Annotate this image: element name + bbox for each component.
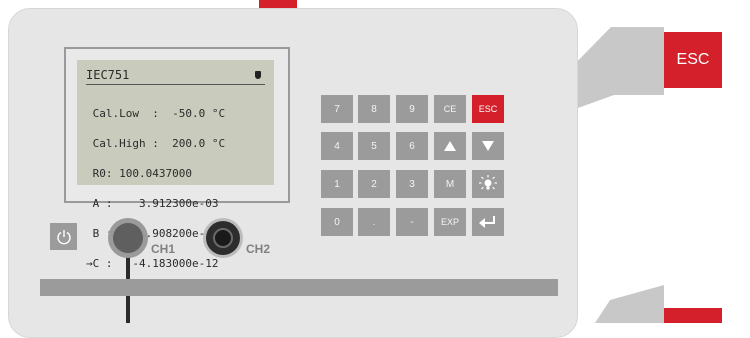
esc-callout: ESC	[664, 32, 722, 88]
bottom-bar	[40, 279, 558, 296]
key-7[interactable]: 7	[321, 95, 353, 123]
key-enter[interactable]	[472, 208, 504, 236]
bottom-callout	[664, 308, 722, 323]
key-8[interactable]: 8	[358, 95, 390, 123]
lcd-line-c: →C : -4.183000e-12	[86, 257, 219, 270]
key-1[interactable]: 1	[321, 170, 353, 198]
lcd-title: IEC751	[86, 68, 265, 85]
ch2-connector-socket	[213, 228, 233, 248]
key-m[interactable]: M	[434, 170, 466, 198]
key-9[interactable]: 9	[396, 95, 428, 123]
lcd-marker-icon	[255, 71, 261, 79]
key-up[interactable]	[434, 132, 466, 160]
enter-icon	[479, 216, 495, 228]
ch1-connector-inner	[113, 223, 143, 253]
key-6[interactable]: 6	[396, 132, 428, 160]
key-down[interactable]	[472, 132, 504, 160]
key-4[interactable]: 4	[321, 132, 353, 160]
key-backlight[interactable]	[472, 170, 504, 198]
key-minus[interactable]: -	[396, 208, 428, 236]
callout-wedge-bottom	[595, 285, 664, 323]
lcd-line-r0: R0: 100.0437000	[86, 167, 192, 180]
key-0[interactable]: 0	[321, 208, 353, 236]
power-button[interactable]	[50, 223, 77, 250]
down-arrow-icon	[482, 141, 494, 151]
ch2-label: CH2	[246, 242, 271, 256]
ch1-label: CH1	[151, 242, 176, 256]
lcd-title-text: IEC751	[86, 68, 130, 82]
key-3[interactable]: 3	[396, 170, 428, 198]
key-dot[interactable]: .	[358, 208, 390, 236]
lcd-line-cal-high: Cal.High : 200.0 °C	[86, 137, 226, 150]
lcd-lines: Cal.Low : -50.0 °C Cal.High : 200.0 °C R…	[86, 89, 265, 289]
up-arrow-icon	[444, 141, 456, 151]
key-5[interactable]: 5	[358, 132, 390, 160]
key-esc[interactable]: ESC	[472, 95, 504, 123]
lcd-line-a: A : 3.912300e-03	[86, 197, 219, 210]
key-exp[interactable]: EXP	[434, 208, 466, 236]
power-icon	[56, 229, 71, 244]
lcd-display: IEC751 Cal.Low : -50.0 °C Cal.High : 200…	[77, 60, 274, 269]
lcd-line-cal-low: Cal.Low : -50.0 °C	[86, 107, 226, 120]
backlight-icon	[479, 175, 497, 190]
key-ce[interactable]: CE	[434, 95, 466, 123]
key-2[interactable]: 2	[358, 170, 390, 198]
